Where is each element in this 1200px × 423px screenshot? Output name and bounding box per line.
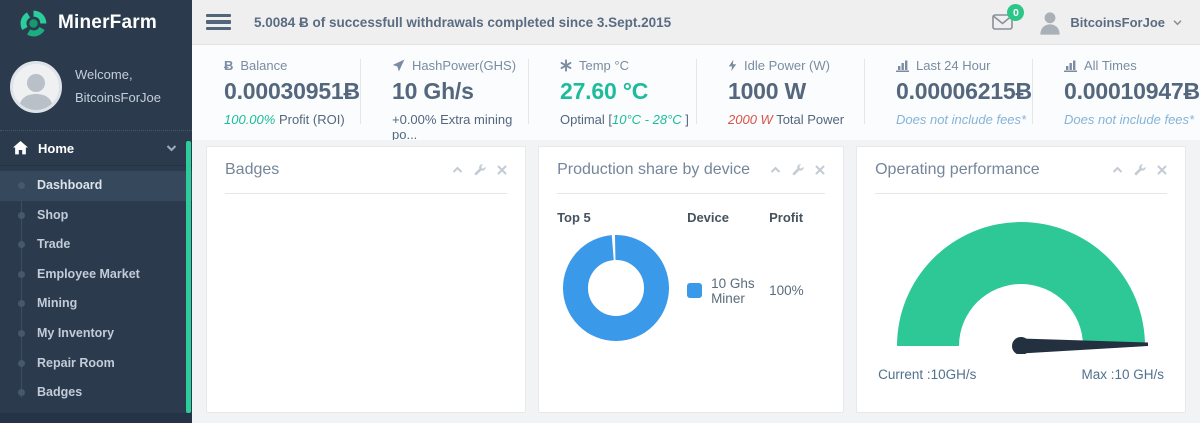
column-device: Device [687,210,769,225]
minerfarm-logo-icon [19,9,48,38]
stat-label: All Times [1084,58,1137,73]
stat-label: HashPower(GHS) [412,58,516,73]
stat-label: Temp °C [579,58,629,73]
legend-item[interactable]: 10 Ghs Miner 100% [687,276,825,306]
production-columns: Top 5 Device Profit [557,210,825,225]
collapse-icon[interactable] [452,166,463,174]
sidebar-item-employee-market[interactable]: Employee Market [0,260,192,290]
gauge-arc [897,222,1145,346]
column-top5: Top 5 [557,210,687,225]
collapse-icon[interactable] [1112,166,1123,174]
donut-chart [557,235,687,346]
settings-wrench-icon[interactable] [1134,164,1146,176]
stat-label: Last 24 Hour [916,58,990,73]
stat-value: 0.00010947Ƀ [1064,78,1200,105]
stat-last-24-hour: Last 24 Hour 0.00006215Ƀ Does not includ… [864,45,1032,140]
legend-swatch [687,283,702,298]
bitcoin-icon: Ƀ [224,58,233,73]
stat-value: 0.00030951Ƀ [224,78,360,105]
withdrawals-ticker: 5.0084 Ƀ of successfull withdrawals comp… [254,15,671,30]
user-avatar [10,61,62,113]
column-profit: Profit [769,210,825,225]
sidebar-item-mining[interactable]: Mining [0,289,192,319]
home-icon [13,141,28,155]
chevron-down-icon [1173,19,1182,26]
sidebar-item-trade[interactable]: Trade [0,230,192,260]
bolt-icon [728,59,737,72]
legend-label: 10 Ghs Miner [711,276,769,306]
mail-badge: 0 [1007,4,1024,21]
stat-label: Balance [240,58,287,73]
stat-balance: Ƀ Balance 0.00030951Ƀ 100.00% Profit (ROI… [192,45,360,140]
dashboard-content: Badges Production share by device Top [192,140,1200,423]
bar-chart-icon [1064,59,1077,72]
stat-temp: Temp °C 27.60 °C Optimal [10°C - 28°C ] [528,45,696,140]
stat-value: 10 Gh/s [392,78,528,105]
sidebar-item-my-inventory[interactable]: My Inventory [0,319,192,349]
main-area: 5.0084 Ƀ of successfull withdrawals comp… [192,0,1200,423]
sidebar-item-home[interactable]: Home [0,131,192,166]
sidebar-footer [0,413,192,423]
sidebar-item-badges[interactable]: Badges [0,378,192,408]
close-icon[interactable] [497,165,507,175]
collapse-icon[interactable] [770,166,781,174]
panel-title: Operating performance [875,161,1040,179]
gauge-current-label: Current :10GH/s [878,367,976,382]
sidebar-submenu: Dashboard Shop Trade Employee Market Min… [0,166,192,414]
brand-name: MinerFarm [58,12,157,34]
stat-sub: 2000 W Total Power [728,112,864,127]
stat-hashpower: HashPower(GHS) 10 Gh/s +0.00% Extra mini… [360,45,528,140]
close-icon[interactable] [1157,165,1167,175]
sidebar: MinerFarm Welcome, BitcoinsForJoe Home D… [0,0,192,423]
user-icon [1038,9,1062,35]
sidebar-username: BitcoinsForJoe [75,87,161,110]
legend-value: 100% [769,283,825,298]
topbar-user-menu[interactable]: BitcoinsForJoe [1038,9,1182,35]
stat-value: 1000 W [728,78,864,105]
sidebar-home-label: Home [38,141,74,156]
topbar-username: BitcoinsForJoe [1070,15,1165,30]
stat-sub: Optimal [10°C - 28°C ] [560,112,696,127]
panel-title: Badges [225,161,279,179]
sidebar-user-block: Welcome, BitcoinsForJoe [0,46,192,131]
stat-label: Idle Power (W) [744,58,830,73]
hamburger-menu-icon[interactable] [206,10,231,33]
bar-chart-icon [896,59,909,72]
brand[interactable]: MinerFarm [0,0,192,46]
stat-value: 27.60 °C [560,78,696,105]
sidebar-item-shop[interactable]: Shop [0,201,192,231]
stat-sub: +0.00% Extra mining po... [392,112,528,142]
badges-panel: Badges [206,146,526,413]
stat-value: 0.00006215Ƀ [896,78,1032,105]
close-icon[interactable] [815,165,825,175]
topbar: 5.0084 Ƀ of successfull withdrawals comp… [192,0,1200,45]
chevron-down-icon [166,144,177,152]
stat-sub: Does not include fees* [896,112,1032,127]
sidebar-item-repair-room[interactable]: Repair Room [0,349,192,379]
gauge-max-label: Max :10 GH/s [1081,367,1164,382]
stat-idle-power: Idle Power (W) 1000 W 2000 W Total Power [696,45,864,140]
send-icon [392,59,405,72]
settings-wrench-icon[interactable] [792,164,804,176]
welcome-text: Welcome, [75,64,161,87]
production-share-panel: Production share by device Top 5 Device … [538,146,844,413]
settings-wrench-icon[interactable] [474,164,486,176]
mail-button[interactable]: 0 [992,14,1013,30]
stat-all-times: All Times 0.00010947Ƀ Does not include f… [1032,45,1200,140]
donut-ring [576,248,657,329]
sidebar-scrollbar[interactable] [186,141,191,413]
stat-sub: Does not include fees* [1064,112,1200,127]
sidebar-item-dashboard[interactable]: Dashboard [0,171,192,201]
asterisk-icon [560,59,572,72]
operating-performance-panel: Operating performance Current :10GH/ [856,146,1186,413]
stats-band: Ƀ Balance 0.00030951Ƀ 100.00% Profit (ROI… [192,45,1200,140]
panel-title: Production share by device [557,161,750,179]
stat-sub: 100.00% Profit (ROI) [224,112,360,127]
person-silhouette-icon [16,68,56,110]
gauge-chart [875,214,1167,354]
